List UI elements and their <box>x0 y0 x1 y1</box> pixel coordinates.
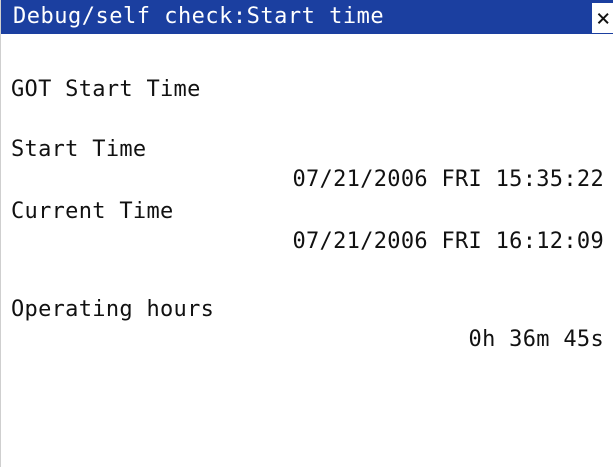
operating-hours-value: 0h 36m 45s <box>468 327 604 352</box>
got-start-time-heading: GOT Start Time <box>11 77 201 102</box>
window-title: Debug/self check:Start time <box>13 4 385 29</box>
current-time-label: Current Time <box>11 199 174 224</box>
start-time-window: Debug/self check:Start time × GOT Start … <box>0 0 613 467</box>
start-time-value: 07/21/2006 FRI 15:35:22 <box>292 167 604 192</box>
start-time-label: Start Time <box>11 137 147 162</box>
title-bar: Debug/self check:Start time × <box>1 0 613 34</box>
current-time-value: 07/21/2006 FRI 16:12:09 <box>292 229 604 254</box>
close-button[interactable]: × <box>592 3 613 33</box>
operating-hours-label: Operating hours <box>11 297 215 322</box>
